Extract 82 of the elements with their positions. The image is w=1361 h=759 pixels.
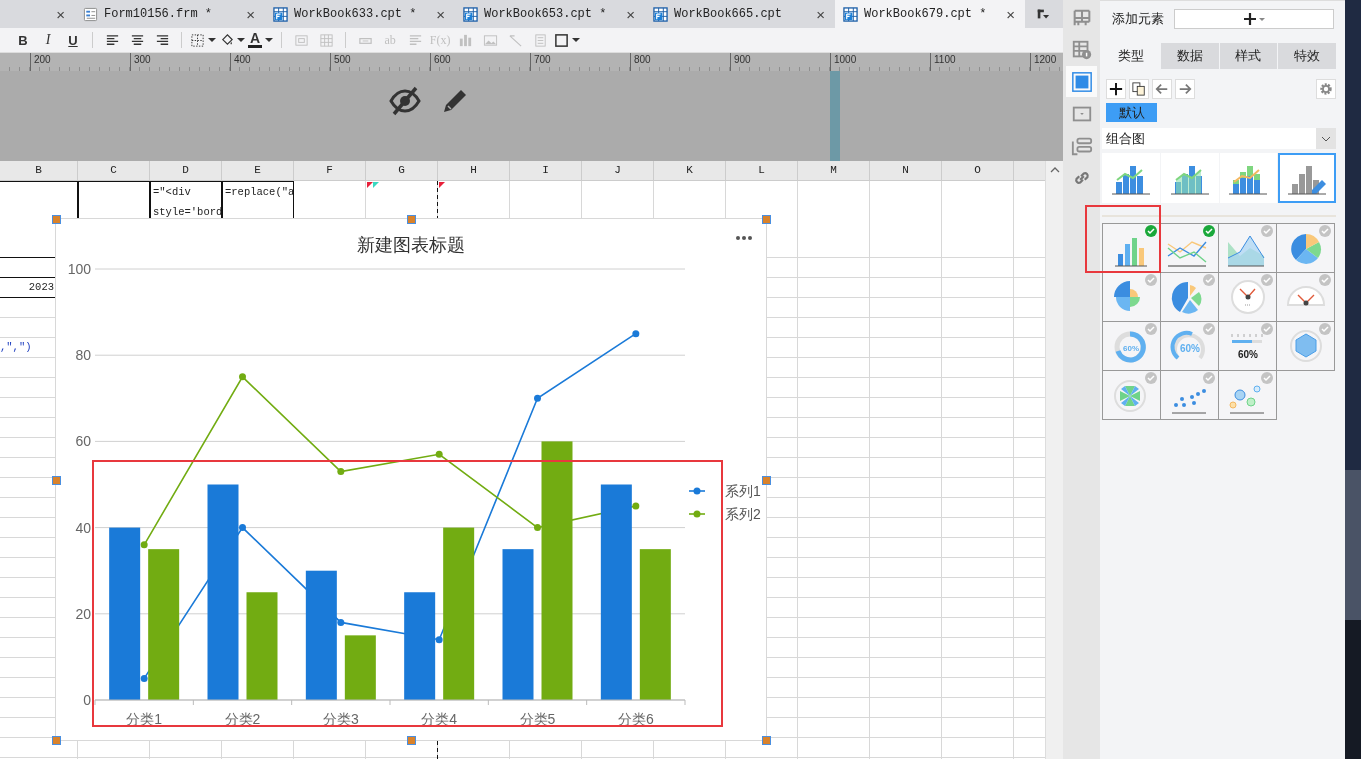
more-icon[interactable]	[736, 236, 752, 240]
data-point	[140, 674, 148, 682]
resize-handle[interactable]	[762, 736, 771, 745]
data-point	[140, 541, 148, 549]
resize-handle[interactable]	[762, 215, 771, 224]
legend-marker	[688, 510, 706, 518]
caret-icon[interactable]	[265, 36, 274, 44]
default-chip[interactable]: 默认	[1106, 103, 1157, 122]
column-header[interactable]: D	[150, 161, 222, 181]
data-point	[534, 394, 541, 402]
legend-marker	[688, 487, 706, 495]
chevron-down-icon[interactable]	[1321, 135, 1331, 142]
spreadsheet-icon	[463, 6, 478, 22]
chart-type-option[interactable]	[1160, 370, 1219, 420]
border-box-icon[interactable]	[554, 32, 570, 48]
resize-handle[interactable]	[52, 475, 61, 485]
ruler: 200 300 400 500 600 700 800 900 1000 1100 1200	[0, 53, 1063, 71]
chart-title: 新建图表标题	[357, 235, 465, 255]
scrollbar[interactable]	[1045, 161, 1063, 759]
data-point	[337, 618, 345, 626]
axis-label: 20	[75, 605, 91, 622]
axis-label: 0	[83, 692, 91, 708]
plus-caret-icon[interactable]	[1242, 11, 1266, 27]
hidden-eye-icon[interactable]	[389, 85, 421, 117]
panel-tab[interactable]: 样式	[1219, 43, 1278, 69]
spreadsheet-icon	[843, 6, 858, 22]
add-element-label: 添加元素	[1112, 10, 1164, 28]
chart-type-option[interactable]	[1102, 370, 1161, 420]
tab-list-icon[interactable]	[1036, 7, 1050, 21]
data-point	[435, 636, 443, 644]
percent-label: 60%	[1180, 344, 1200, 354]
percent-label: 60%	[1238, 350, 1258, 360]
legend-label[interactable]: 系列1	[725, 483, 761, 499]
chart-type-dropdown[interactable]: 组合图	[1102, 128, 1336, 149]
axis-label: 100	[67, 261, 91, 277]
font-color-button[interactable]: A	[248, 30, 274, 50]
form-icon	[83, 6, 98, 22]
file-tab[interactable]: WorkBook633.cpt * ×	[265, 0, 455, 28]
file-tab[interactable]: WorkBook653.cpt * ×	[455, 0, 645, 28]
data-point	[239, 373, 246, 381]
resize-handle[interactable]	[52, 215, 61, 224]
file-tab[interactable]: Form10156.frm * ×	[75, 0, 265, 28]
resize-handle[interactable]	[52, 736, 61, 745]
resize-handle[interactable]	[762, 475, 771, 485]
paint-bucket-icon[interactable]	[219, 32, 234, 48]
axis-label: 80	[75, 347, 91, 364]
axis-label: 60	[75, 433, 91, 450]
data-point	[239, 524, 246, 532]
bold-button[interactable]: B	[12, 30, 34, 50]
percent-label: 60%	[1123, 345, 1139, 353]
caret-icon[interactable]	[572, 36, 581, 44]
scroll-up-icon[interactable]	[1049, 167, 1060, 173]
column-header[interactable]: B	[0, 161, 78, 181]
underline-button[interactable]: U	[62, 30, 84, 50]
chart-type-option[interactable]	[1276, 321, 1335, 371]
legend-label[interactable]: 系列2	[725, 506, 761, 522]
data-point	[632, 330, 640, 338]
chart-type-option[interactable]	[1102, 223, 1161, 273]
cell-flag-icon	[367, 182, 381, 188]
resize-handle[interactable]	[407, 215, 416, 224]
caret-icon[interactable]	[237, 36, 245, 44]
data-point	[534, 524, 541, 532]
chart-type-option[interactable]	[1276, 223, 1335, 273]
bar	[344, 635, 376, 700]
data-point	[435, 450, 443, 458]
column-header[interactable]: E	[222, 161, 294, 181]
axis-label: 40	[75, 519, 91, 536]
panel-tab[interactable]: 数据	[1160, 43, 1219, 69]
file-tab[interactable]: WorkBook665.cpt ×	[645, 0, 835, 28]
borders-icon[interactable]	[190, 32, 205, 48]
resize-handle[interactable]	[407, 736, 416, 745]
spreadsheet-icon	[653, 6, 668, 22]
caret-icon[interactable]	[208, 36, 216, 44]
table-cell-text: ,",")	[0, 340, 33, 355]
spreadsheet-icon	[273, 6, 288, 22]
data-point	[632, 502, 640, 510]
data-point	[337, 468, 345, 476]
file-tab[interactable]: WorkBook679.cpt * ×	[835, 0, 1025, 28]
column-header[interactable]: C	[78, 161, 150, 181]
panel-tab[interactable]: 特效	[1278, 43, 1336, 69]
italic-button[interactable]: I	[37, 30, 59, 50]
file-tab[interactable]: ×	[0, 0, 75, 28]
